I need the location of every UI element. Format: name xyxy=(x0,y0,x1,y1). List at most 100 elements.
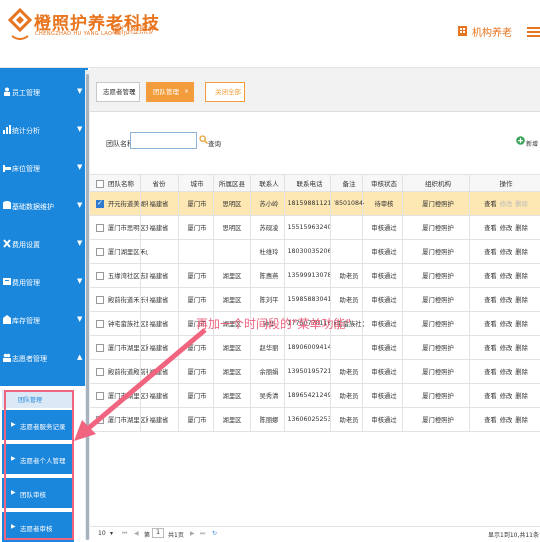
table-cell: 审核通过 xyxy=(371,225,397,232)
edit-button[interactable]: 修改 xyxy=(500,295,513,304)
table-cell: 厦门橙照护 xyxy=(422,273,454,280)
delete-button[interactable]: 删除 xyxy=(515,199,528,208)
table-row[interactable]: 厦门市思明区开 福建省 厦门市 思明区 苏砚凌 15515963240 审核通过 厦门橙照护 查… xyxy=(90,216,540,240)
delete-button[interactable]: 删除 xyxy=(515,295,528,304)
sidebar-item-beds[interactable]: 床位管理 ▼ xyxy=(0,150,88,186)
next-page-icon[interactable]: ▶ xyxy=(190,530,195,537)
row-checkbox[interactable] xyxy=(96,344,104,352)
header-city: 厦门橙照护 xyxy=(112,26,158,36)
search-button[interactable]: 查询 xyxy=(208,138,221,148)
row-checkbox[interactable] xyxy=(96,416,104,424)
delete-button[interactable]: 删除 xyxy=(515,367,528,376)
team-name-input[interactable] xyxy=(130,132,197,149)
view-button[interactable]: 查看 xyxy=(484,199,497,208)
sidebar-item-statistics[interactable]: 统计分析 ▼ xyxy=(0,112,88,148)
add-button[interactable]: 新增 xyxy=(526,139,538,148)
delete-button[interactable]: 删除 xyxy=(515,343,528,352)
tab-volunteer-management[interactable]: 志愿者管理 × xyxy=(96,82,140,102)
delete-button[interactable]: 删除 xyxy=(515,391,528,400)
close-icon[interactable]: × xyxy=(184,83,189,101)
delete-button[interactable]: 删除 xyxy=(515,223,528,232)
page-size-select[interactable]: 10 xyxy=(98,530,106,537)
search-icon[interactable] xyxy=(199,135,208,144)
chevron-down-icon[interactable]: ▾ xyxy=(110,530,113,537)
refresh-icon[interactable]: ↻ xyxy=(212,530,217,537)
table-row[interactable]: 开元街道美湖社福建省 厦门市 思明区 苏小岭 181598811211785010844… xyxy=(90,192,540,216)
view-button[interactable]: 查看 xyxy=(484,247,497,256)
table-cell xyxy=(217,240,247,263)
edit-button[interactable]: 修改 xyxy=(500,247,513,256)
table-cell: 厦门市 xyxy=(187,345,207,352)
row-actions: 查看 修改 删除 xyxy=(473,408,539,431)
table-cell: 13599913078 xyxy=(287,272,332,279)
view-button[interactable]: 查看 xyxy=(484,343,497,352)
menu-icon[interactable] xyxy=(527,27,540,37)
table-cell: 湖里区 xyxy=(222,273,242,280)
row-checkbox[interactable] xyxy=(96,199,104,208)
table-row[interactable]: 殿前街道禾乐社 福建省 厦门市 湖里区 陈刘平 15985883041 助老员 审核通过 厦门橙… xyxy=(90,288,540,312)
table-row[interactable]: 殿前街道殿前社 福建省 厦门市 湖里区 余丽娟 13950195721 助老员 审核通过 厦门橙… xyxy=(90,360,540,384)
row-checkbox[interactable] xyxy=(96,296,104,304)
sidebar-item-base-data[interactable]: 基础数据维护 ▼ xyxy=(0,188,88,224)
column-header: 所属区县 xyxy=(219,180,245,188)
page-input[interactable]: 1 xyxy=(152,528,164,538)
view-button[interactable]: 查看 xyxy=(484,271,497,280)
delete-button[interactable]: 删除 xyxy=(515,271,528,280)
delete-button[interactable]: 删除 xyxy=(515,319,528,328)
table-row[interactable]: 厦门市湖里区殿 福建省 厦门市 湖里区 陈丽娜 13606025253 助老员 审核通过 厦门橙… xyxy=(90,408,540,432)
row-checkbox[interactable] xyxy=(96,224,104,232)
close-icon[interactable]: × xyxy=(130,83,135,101)
table-cell: 审核通过 xyxy=(371,273,397,280)
edit-button[interactable]: 修改 xyxy=(500,319,513,328)
sidebar-item-inventory[interactable]: 库存管理 ▼ xyxy=(0,302,88,338)
scrollbar-thumb[interactable] xyxy=(86,74,89,540)
edit-button[interactable]: 修改 xyxy=(500,367,513,376)
sidebar-item-label: 费用设置 xyxy=(12,241,40,249)
table-cell: 福建省 xyxy=(149,369,169,376)
table-row[interactable]: 厦门湖里区禾山 杜维玲 18030035206 审核通过 厦门橙照护 查看 修改 删除 xyxy=(90,240,540,264)
table-row[interactable]: 五缘湾社区志愿 福建省 厦门市 湖里区 陈惠燕 13599913078 助老员 审核通过 厦门橙… xyxy=(90,264,540,288)
prev-page-icon[interactable]: ◀ xyxy=(134,530,139,537)
view-button[interactable]: 查看 xyxy=(484,367,497,376)
add-icon[interactable] xyxy=(516,136,525,145)
sidebar-item-fee-management[interactable]: 费用管理 ▼ xyxy=(0,264,88,300)
table-cell: 厦门市 xyxy=(187,369,207,376)
org-name[interactable]: 机构养老 xyxy=(472,24,512,39)
table-cell: 厦门橙照护 xyxy=(422,249,454,256)
select-all-checkbox[interactable] xyxy=(96,180,104,188)
edit-button[interactable]: 修改 xyxy=(500,415,513,424)
table-cell: 厦门橙照护 xyxy=(422,345,454,352)
tab-team-management[interactable]: 团队管理 × xyxy=(146,82,194,102)
edit-button[interactable]: 修改 xyxy=(500,271,513,280)
table-grid-line xyxy=(362,174,363,432)
row-checkbox[interactable] xyxy=(96,248,104,256)
row-checkbox[interactable] xyxy=(96,368,104,376)
table-row[interactable]: 厦门市湖里区殿 福建省 厦门市 湖里区 赵华丽 18906009414 审核通过 厦门橙照护 查… xyxy=(90,336,540,360)
first-page-icon[interactable]: ⏮ xyxy=(122,530,127,538)
view-button[interactable]: 查看 xyxy=(484,391,497,400)
edit-button[interactable]: 修改 xyxy=(500,343,513,352)
sidebar-item-volunteers[interactable]: 志愿者管理 ▲ xyxy=(0,340,88,376)
close-all-button[interactable]: 关闭全部 xyxy=(205,82,245,102)
volunteer-icon xyxy=(3,353,11,362)
edit-button[interactable]: 修改 xyxy=(500,199,513,208)
table-cell: 审核通过 xyxy=(371,369,397,376)
last-page-icon[interactable]: ⏭ xyxy=(200,530,205,538)
sidebar-item-staff[interactable]: 员工管理 ▼ xyxy=(0,74,88,110)
view-button[interactable]: 查看 xyxy=(484,295,497,304)
row-checkbox[interactable] xyxy=(96,392,104,400)
view-button[interactable]: 查看 xyxy=(484,223,497,232)
view-button[interactable]: 查看 xyxy=(484,319,497,328)
column-header: 备注 xyxy=(342,180,356,188)
edit-button[interactable]: 修改 xyxy=(500,223,513,232)
page-total: 共1页 xyxy=(168,532,184,539)
table-row[interactable]: 厦门市湖里区开 福建省 厦门市 湖里区 吴秀清 18965421249 助老员 审核通过 厦门橙… xyxy=(90,384,540,408)
view-button[interactable]: 查看 xyxy=(484,415,497,424)
row-checkbox[interactable] xyxy=(96,320,104,328)
delete-button[interactable]: 删除 xyxy=(515,415,528,424)
annotation-note: 再加一个时间段的"菜单功能" xyxy=(196,317,352,331)
delete-button[interactable]: 删除 xyxy=(515,247,528,256)
sidebar-item-fee-settings[interactable]: 费用设置 ▼ xyxy=(0,226,88,262)
row-checkbox[interactable] xyxy=(96,272,104,280)
edit-button[interactable]: 修改 xyxy=(500,391,513,400)
